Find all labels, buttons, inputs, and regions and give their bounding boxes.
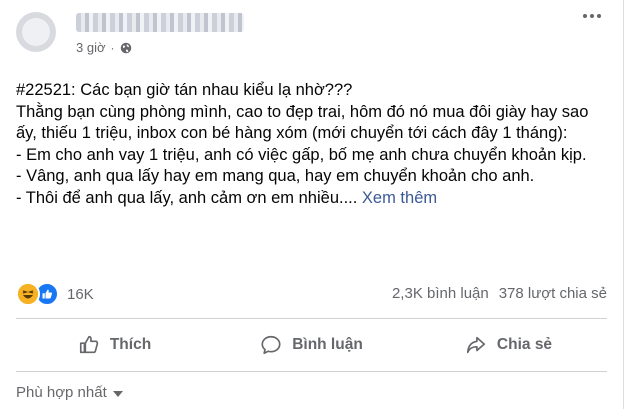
page-name-redacted[interactable]	[76, 13, 244, 32]
comment-button[interactable]: Bình luận	[213, 324, 410, 366]
post-line-1: #22521: Các bạn giờ tán nhau kiểu lạ nhờ…	[16, 81, 353, 99]
sort-label: Phù hợp nhất	[16, 384, 107, 401]
post-meta: 3 giờ ·	[76, 40, 132, 55]
comment-sort-dropdown[interactable]: Phù hợp nhất	[16, 384, 123, 401]
post-line-5-text: - Thôi để anh qua lấy, anh cảm ơn em nhi…	[16, 188, 358, 207]
share-button[interactable]: Chia sẻ	[410, 324, 607, 366]
post-card: 3 giờ · #22521: Các bạn giờ tán nhau kiể…	[0, 0, 624, 409]
share-count[interactable]: 378 lượt chia sẻ	[499, 285, 607, 302]
like-button[interactable]: Thích	[16, 324, 213, 366]
divider-top	[16, 318, 607, 319]
like-button-label: Thích	[109, 336, 152, 353]
globe-icon	[120, 42, 131, 53]
post-line-4: - Vâng, anh qua lấy hay em mang qua, hay…	[16, 167, 535, 185]
post-line-3: - Em cho anh vay 1 triệu, anh có việc gấ…	[16, 145, 587, 164]
post-line-2: Thằng bạn cùng phòng mình, cao to đẹp tr…	[16, 102, 589, 143]
engagement-counts: 2,3K bình luận 378 lượt chia sẻ	[392, 285, 607, 302]
more-options-icon[interactable]	[583, 14, 601, 18]
comment-count[interactable]: 2,3K bình luận	[392, 285, 489, 302]
comment-button-label: Bình luận	[292, 336, 363, 353]
caret-down-icon	[112, 390, 123, 397]
comment-bubble-icon	[261, 335, 281, 355]
post-time[interactable]: 3 giờ	[76, 40, 106, 55]
action-bar: Thích Bình luận Chia sẻ	[16, 324, 607, 366]
reaction-count: 16K	[67, 285, 94, 303]
divider-bottom	[16, 371, 607, 372]
post-line-5: - Thôi để anh qua lấy, anh cảm ơn em nhi…	[16, 188, 606, 210]
haha-reaction-icon	[16, 282, 40, 306]
page-avatar[interactable]	[16, 12, 56, 52]
post-text: #22521: Các bạn giờ tán nhau kiểu lạ nhờ…	[16, 80, 606, 209]
reactions-summary[interactable]: 16K	[16, 282, 94, 306]
meta-separator: ·	[110, 40, 115, 55]
share-arrow-icon	[466, 336, 485, 354]
thumbs-up-icon	[79, 335, 99, 354]
share-button-label: Chia sẻ	[496, 336, 553, 353]
see-more-link[interactable]: Xem thêm	[362, 189, 437, 207]
